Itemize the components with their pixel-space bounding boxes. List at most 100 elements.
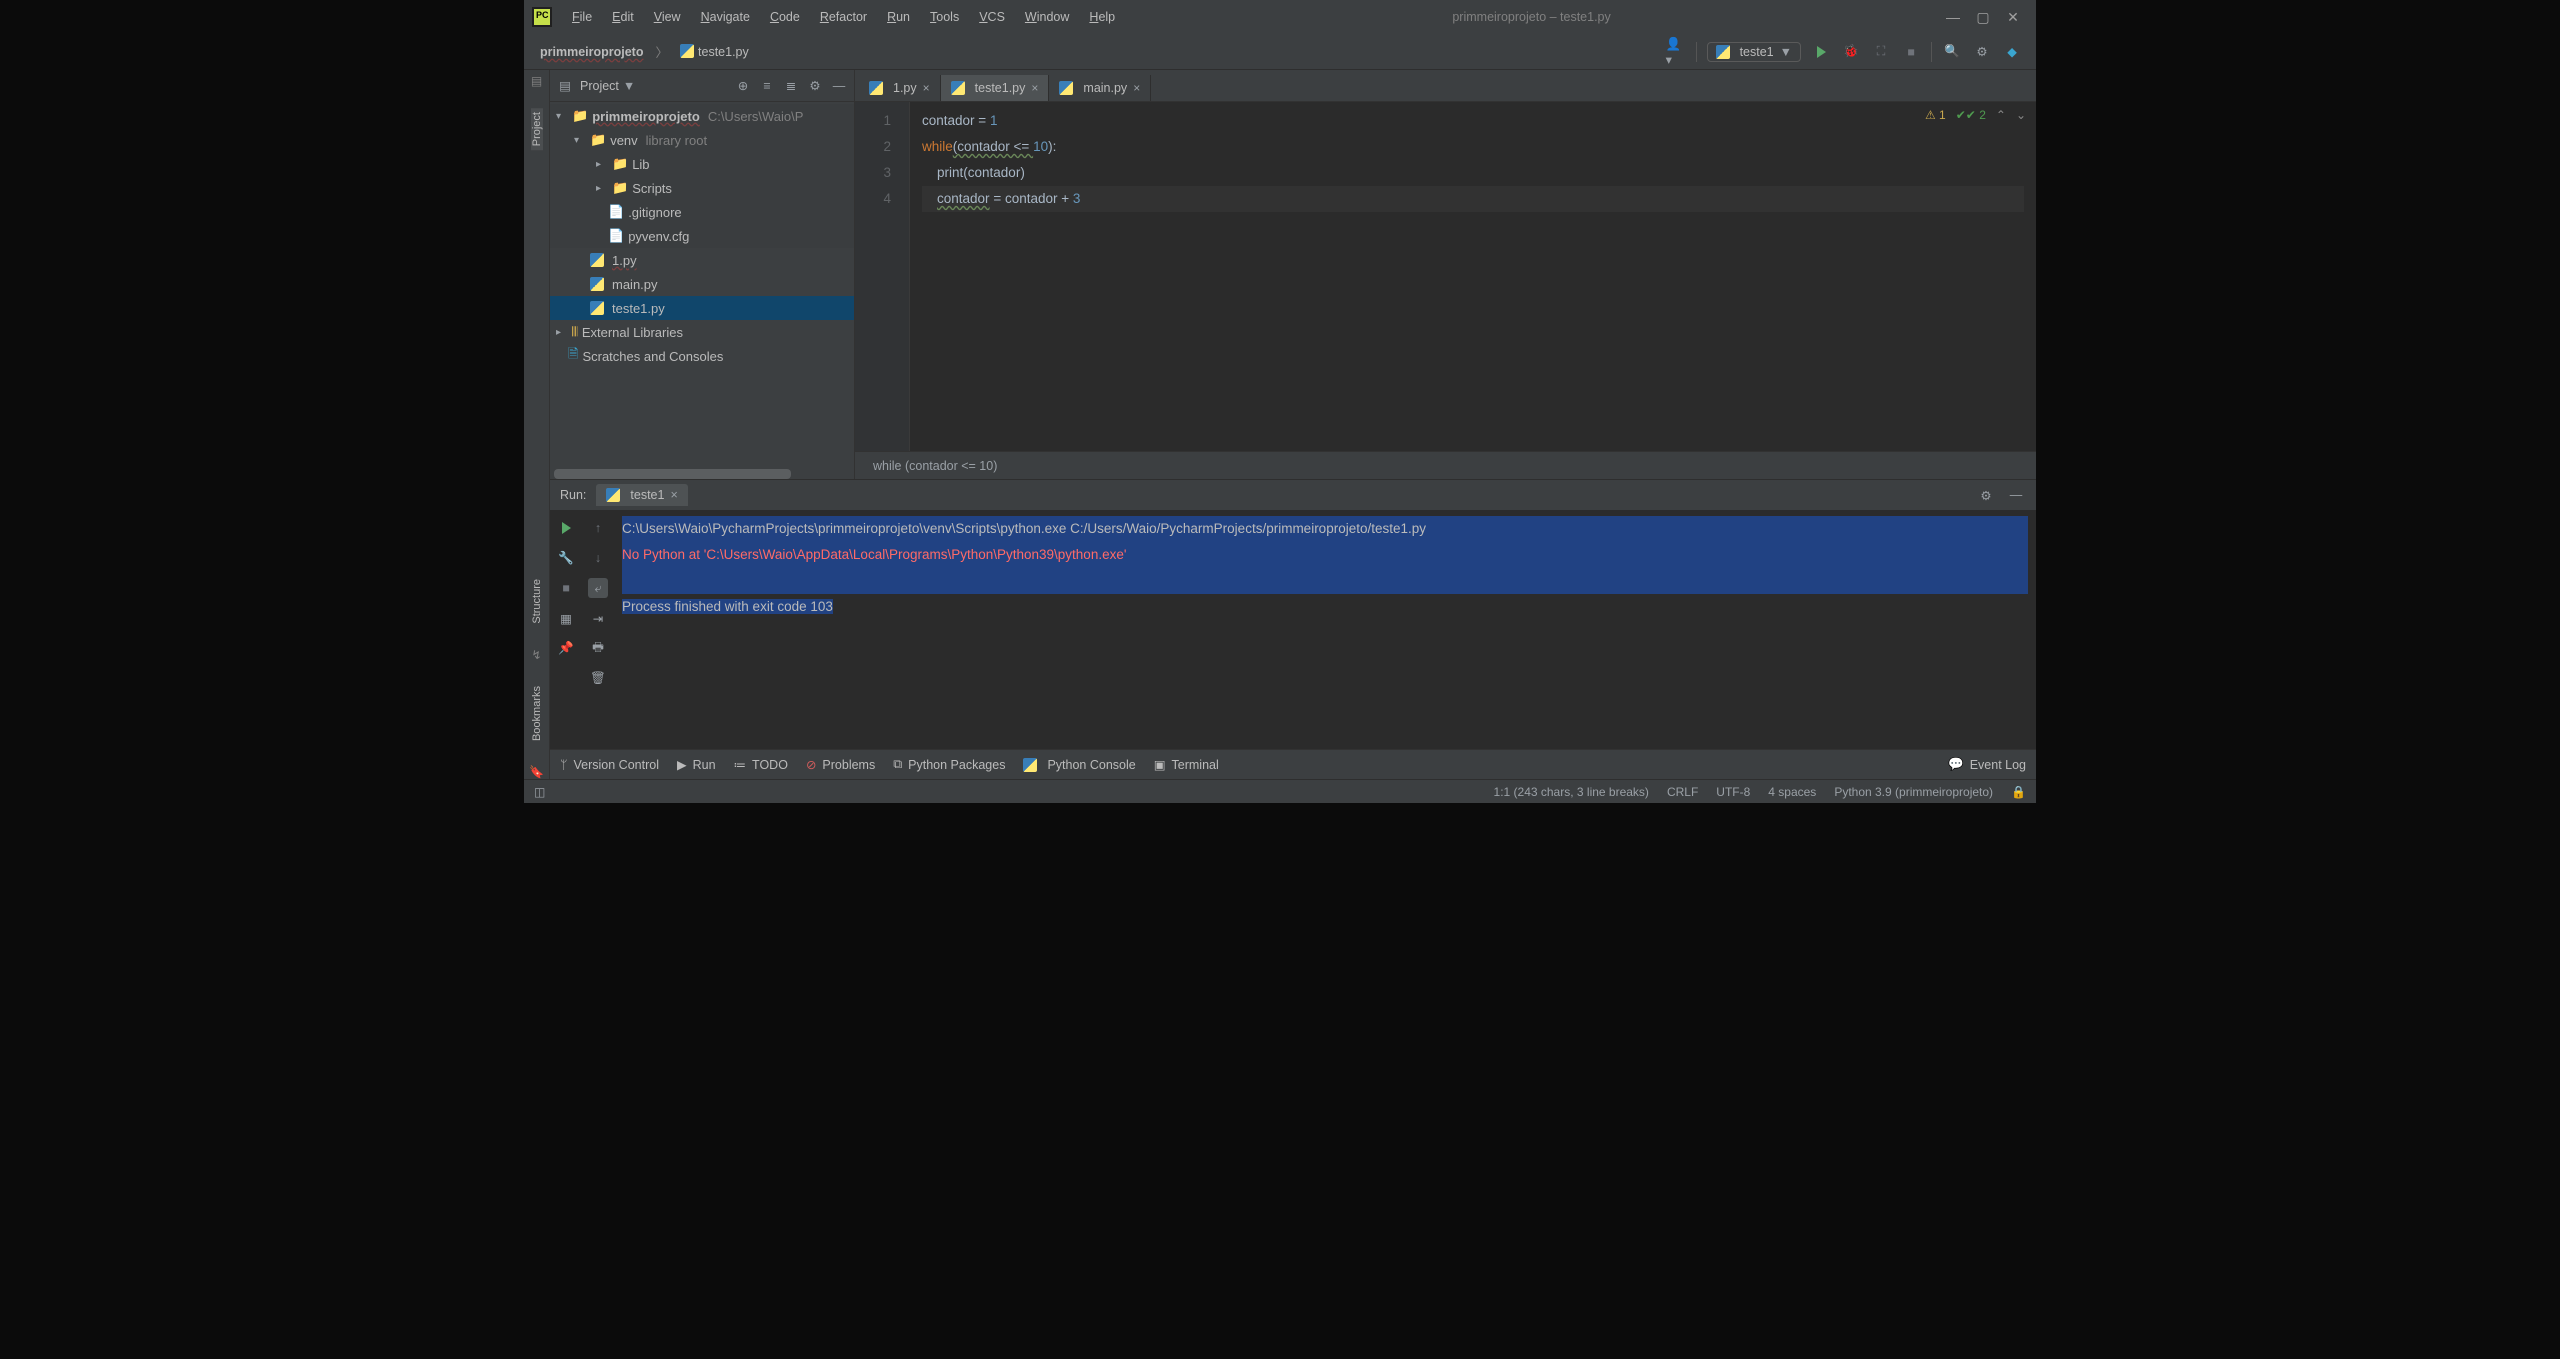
print-icon[interactable]: 🖶 — [588, 638, 608, 658]
menu-code[interactable]: Code — [760, 6, 810, 28]
code-editor[interactable]: 1234 contador = 1while(contador <= 10): … — [855, 102, 2036, 451]
tool-python-packages[interactable]: ⧉Python Packages — [893, 757, 1005, 772]
hide-panel-icon[interactable]: — — [2006, 485, 2026, 505]
breadcrumb[interactable]: primmeiroprojeto 〉 teste1.py — [532, 42, 757, 61]
status-interpreter[interactable]: Python 3.9 (primmeiroprojeto) — [1834, 785, 1993, 799]
tree-file-1py[interactable]: 1.py — [550, 248, 854, 272]
run-panel-header: Run: teste1 × ⚙ — — [550, 480, 2036, 510]
tree-scratches[interactable]: 🗎Scratches and Consoles — [550, 344, 854, 368]
rerun-button[interactable] — [556, 518, 576, 538]
status-line-sep[interactable]: CRLF — [1667, 785, 1698, 799]
chevron-down-icon[interactable]: ⌄ — [2016, 108, 2026, 122]
folder-icon[interactable]: ▤ — [531, 74, 542, 88]
run-output[interactable]: C:\Users\Waio\PycharmProjects\primmeirop… — [614, 510, 2036, 749]
status-position[interactable]: 1:1 (243 chars, 3 line breaks) — [1494, 785, 1649, 799]
close-icon[interactable]: × — [1031, 81, 1038, 95]
chevron-up-icon[interactable]: ⌃ — [1996, 108, 2006, 122]
locate-icon[interactable]: ⊕ — [734, 78, 752, 93]
pin-icon[interactable]: 📌 — [556, 638, 576, 658]
close-icon[interactable]: × — [1133, 81, 1140, 95]
rail-project[interactable]: Project — [531, 108, 543, 150]
code-content[interactable]: contador = 1while(contador <= 10): print… — [910, 102, 2036, 451]
menu-tools[interactable]: Tools — [920, 6, 969, 28]
python-icon — [590, 277, 604, 291]
help-icon[interactable]: ◆ — [2002, 42, 2022, 62]
settings-icon[interactable]: ⚙ — [806, 78, 824, 93]
layout-icon[interactable]: ▦ — [556, 608, 576, 628]
warning-icon[interactable]: ⚠ 1 — [1925, 108, 1946, 122]
down-icon[interactable]: ↓ — [588, 548, 608, 568]
stop-button[interactable]: ■ — [556, 578, 576, 598]
tool-problems[interactable]: ⊘Problems — [806, 757, 875, 772]
search-icon[interactable]: 🔍 — [1942, 42, 1962, 62]
settings-icon[interactable]: ⚙ — [1976, 485, 1996, 505]
run-tab[interactable]: teste1 × — [596, 484, 687, 506]
expand-all-icon[interactable]: ≡ — [758, 79, 776, 93]
debug-button[interactable]: 🐞 — [1841, 42, 1861, 62]
menu-help[interactable]: Help — [1079, 6, 1125, 28]
scroll-to-end-icon[interactable]: ⇥ — [588, 608, 608, 628]
horizontal-scrollbar[interactable] — [554, 469, 850, 479]
hide-panel-icon[interactable]: — — [830, 79, 848, 93]
collapse-all-icon[interactable]: ≣ — [782, 78, 800, 93]
lock-icon[interactable]: 🔒 — [2011, 785, 2026, 799]
menu-run[interactable]: Run — [877, 6, 920, 28]
menu-view[interactable]: View — [644, 6, 691, 28]
tool-python-console[interactable]: Python Console — [1023, 758, 1135, 772]
tool-todo[interactable]: ≔TODO — [734, 757, 788, 772]
windows-icon[interactable]: ◫ — [534, 785, 545, 799]
menu-edit[interactable]: Edit — [602, 6, 644, 28]
tree-external-libraries[interactable]: ▸𝄃𝄃External Libraries — [550, 320, 854, 344]
breadcrumb-file[interactable]: teste1.py — [672, 42, 757, 61]
tool-version-control[interactable]: ᛘVersion Control — [560, 758, 659, 772]
tool-run[interactable]: ▶Run — [677, 757, 716, 772]
up-icon[interactable]: ↑ — [588, 518, 608, 538]
tree-folder-lib[interactable]: ▸📁Lib — [550, 152, 854, 176]
menu-navigate[interactable]: Navigate — [691, 6, 760, 28]
close-button[interactable]: ✕ — [1998, 5, 2028, 30]
status-encoding[interactable]: UTF-8 — [1716, 785, 1750, 799]
stop-button[interactable]: ■ — [1901, 42, 1921, 62]
rail-structure[interactable]: Structure — [531, 575, 543, 628]
rail-bookmarks[interactable]: Bookmarks — [531, 682, 543, 745]
tool-event-log[interactable]: 💬Event Log — [1948, 757, 2026, 772]
tree-venv[interactable]: ▾📁 venv library root — [550, 128, 854, 152]
editor-tab-1-py[interactable]: 1.py× — [859, 75, 941, 101]
tree-file-teste1py[interactable]: teste1.py — [550, 296, 854, 320]
wrench-icon[interactable]: 🔧 — [556, 548, 576, 568]
status-indent[interactable]: 4 spaces — [1768, 785, 1816, 799]
breadcrumb-project[interactable]: primmeiroprojeto — [532, 43, 652, 61]
menu-window[interactable]: Window — [1015, 6, 1079, 28]
menu-vcs[interactable]: VCS — [969, 6, 1015, 28]
project-tree[interactable]: ▾📁 primmeiroprojeto C:\Users\Waio\P ▾📁 v… — [550, 102, 854, 465]
settings-icon[interactable]: ⚙ — [1972, 42, 1992, 62]
trash-icon[interactable]: 🗑 — [588, 668, 608, 688]
tree-file-pyvenv[interactable]: 📄pyvenv.cfg — [550, 224, 854, 248]
tree-file-gitignore[interactable]: 📄.gitignore — [550, 200, 854, 224]
inspections-widget[interactable]: ⚠ 1 ✔✔ 2 ⌃ ⌄ — [1925, 108, 2026, 122]
editor-breadcrumb[interactable]: while (contador <= 10) — [855, 451, 2036, 479]
tree-folder-scripts[interactable]: ▸📁Scripts — [550, 176, 854, 200]
add-user-icon[interactable]: 👤▾ — [1666, 42, 1686, 62]
bookmark-icon: 🔖 — [529, 765, 544, 779]
editor-area: 1.py×teste1.py×main.py× 1234 contador = … — [855, 70, 2036, 479]
editor-tab-main-py[interactable]: main.py× — [1049, 75, 1151, 101]
run-button[interactable] — [1811, 42, 1831, 62]
close-icon[interactable]: × — [670, 488, 677, 502]
chevron-right-icon: 〉 — [656, 42, 669, 61]
run-config-selector[interactable]: teste1 ▼ — [1707, 42, 1801, 62]
maximize-button[interactable]: ▢ — [1968, 5, 1998, 30]
soft-wrap-icon[interactable]: ⤶ — [588, 578, 608, 598]
project-view-icon[interactable]: ▤ — [556, 78, 574, 93]
chevron-down-icon[interactable]: ▼ — [623, 79, 635, 93]
tree-root[interactable]: ▾📁 primmeiroprojeto C:\Users\Waio\P — [550, 104, 854, 128]
tree-file-mainpy[interactable]: main.py — [550, 272, 854, 296]
menu-file[interactable]: File — [562, 6, 602, 28]
close-icon[interactable]: × — [923, 81, 930, 95]
tool-terminal[interactable]: ▣Terminal — [1154, 757, 1219, 772]
coverage-button[interactable]: ⛶ — [1871, 42, 1891, 62]
menu-refactor[interactable]: Refactor — [810, 6, 877, 28]
minimize-button[interactable]: — — [1938, 5, 1968, 29]
check-icon[interactable]: ✔✔ 2 — [1956, 108, 1986, 122]
editor-tab-teste1-py[interactable]: teste1.py× — [941, 75, 1050, 101]
